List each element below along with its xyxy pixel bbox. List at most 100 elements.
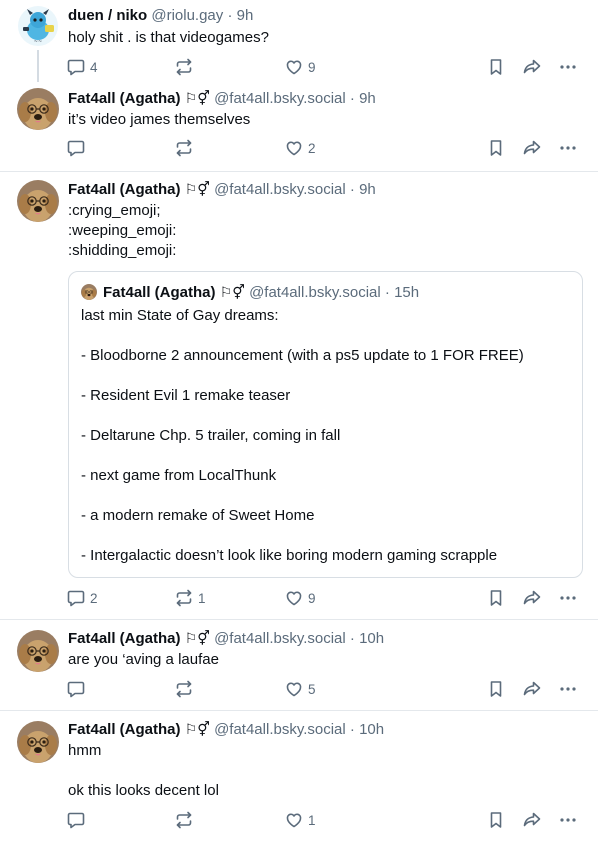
share-button[interactable]: [522, 587, 542, 609]
author-handle[interactable]: @fat4all.bsky.social: [214, 90, 346, 107]
post-time[interactable]: · 9h: [350, 90, 376, 107]
post-header: Fat4all (Agatha) ⚐⚥ @fat4all.bsky.social…: [68, 180, 376, 199]
quoted-text: last min State of Gay dreams: - Bloodbor…: [81, 307, 524, 564]
post-text: holy shit . is that videogames?: [68, 29, 269, 46]
bookmark-button[interactable]: [486, 587, 506, 609]
more-button[interactable]: [558, 587, 578, 609]
post-actions: 2: [66, 137, 580, 159]
identity-flags: ⚐⚥: [184, 630, 210, 646]
author-name[interactable]: duen / niko: [68, 7, 147, 24]
more-button[interactable]: [558, 678, 578, 700]
reply-icon: [66, 57, 86, 77]
author-name[interactable]: Fat4all (Agatha): [68, 721, 181, 738]
identity-flags: ⚐⚥: [184, 721, 210, 737]
like-icon: [284, 588, 304, 608]
avatar[interactable]: [17, 180, 59, 222]
avatar[interactable]: [17, 721, 59, 763]
post-time[interactable]: · 9h: [350, 181, 376, 198]
share-button[interactable]: [522, 56, 542, 78]
bookmark-icon: [486, 588, 506, 608]
share-icon: [522, 57, 542, 77]
avatar[interactable]: [17, 630, 59, 672]
identity-flags: ⚐⚥: [184, 181, 210, 197]
bookmark-icon: [486, 810, 506, 830]
like-button[interactable]: 1: [284, 809, 316, 831]
reply-button[interactable]: [66, 678, 90, 700]
post-time[interactable]: · 10h: [350, 630, 384, 647]
post-actions: 4 9: [66, 56, 580, 78]
share-icon: [522, 810, 542, 830]
more-icon: [558, 57, 578, 77]
bookmark-button[interactable]: [486, 137, 506, 159]
repost-button[interactable]: [174, 137, 198, 159]
repost-button[interactable]: 1: [174, 587, 206, 609]
post-time[interactable]: · 9h: [227, 7, 253, 24]
reply-icon: [66, 138, 86, 158]
quoted-author-name: Fat4all (Agatha): [103, 284, 216, 301]
more-icon: [558, 588, 578, 608]
reply-button[interactable]: 2: [66, 587, 98, 609]
like-button[interactable]: 9: [284, 587, 316, 609]
author-name[interactable]: Fat4all (Agatha): [68, 630, 181, 647]
post-text: :crying_emoji; :weeping_emoji: :shidding…: [68, 202, 177, 259]
post-4[interactable]: Fat4all (Agatha) ⚐⚥ @fat4all.bsky.social…: [0, 711, 598, 842]
repost-button[interactable]: [174, 809, 198, 831]
post-actions: 5: [66, 678, 580, 700]
share-button[interactable]: [522, 678, 542, 700]
author-handle[interactable]: @fat4all.bsky.social: [214, 630, 346, 647]
post-time[interactable]: · 10h: [350, 721, 384, 738]
repost-button[interactable]: [174, 678, 198, 700]
more-button[interactable]: [558, 809, 578, 831]
bookmark-icon: [486, 138, 506, 158]
author-handle[interactable]: @fat4all.bsky.social: [214, 721, 346, 738]
more-button[interactable]: [558, 56, 578, 78]
bookmark-icon: [486, 57, 506, 77]
like-button[interactable]: 2: [284, 137, 316, 159]
post-2[interactable]: Fat4all (Agatha) ⚐⚥ @fat4all.bsky.social…: [0, 172, 598, 620]
repost-icon: [174, 588, 194, 608]
reply-button[interactable]: [66, 137, 90, 159]
author-handle[interactable]: @fat4all.bsky.social: [214, 181, 346, 198]
like-count: 9: [308, 590, 316, 606]
repost-button[interactable]: [174, 56, 198, 78]
like-count: 9: [308, 59, 316, 75]
like-button[interactable]: 5: [284, 678, 316, 700]
share-icon: [522, 138, 542, 158]
bookmark-button[interactable]: [486, 809, 506, 831]
bookmark-button[interactable]: [486, 56, 506, 78]
reply-icon: [66, 810, 86, 830]
post-0[interactable]: duen / niko @riolu.gay · 9h holy shit . …: [0, 0, 598, 82]
like-icon: [284, 679, 304, 699]
avatar[interactable]: [17, 5, 59, 47]
repost-icon: [174, 138, 194, 158]
repost-icon: [174, 57, 194, 77]
post-1[interactable]: Fat4all (Agatha) ⚐⚥ @fat4all.bsky.social…: [0, 82, 598, 172]
share-button[interactable]: [522, 809, 542, 831]
reply-icon: [66, 588, 86, 608]
more-button[interactable]: [558, 137, 578, 159]
quoted-post[interactable]: Fat4all (Agatha) ⚐⚥ @fat4all.bsky.social…: [68, 271, 583, 578]
quoted-author-handle: @fat4all.bsky.social: [249, 284, 381, 301]
share-button[interactable]: [522, 137, 542, 159]
post-header: duen / niko @riolu.gay · 9h: [68, 7, 253, 25]
like-count: 5: [308, 681, 316, 697]
reply-button[interactable]: [66, 809, 90, 831]
post-text: hmm ok this looks decent lol: [68, 742, 219, 799]
author-name[interactable]: Fat4all (Agatha): [68, 181, 181, 198]
author-handle[interactable]: @riolu.gay: [151, 7, 223, 24]
like-count: 2: [308, 140, 316, 156]
post-header: Fat4all (Agatha) ⚐⚥ @fat4all.bsky.social…: [68, 89, 376, 108]
like-icon: [284, 57, 304, 77]
reply-button[interactable]: 4: [66, 56, 98, 78]
like-count: 1: [308, 812, 316, 828]
identity-flags: ⚐⚥: [184, 90, 210, 106]
post-3[interactable]: Fat4all (Agatha) ⚐⚥ @fat4all.bsky.social…: [0, 620, 598, 710]
author-name[interactable]: Fat4all (Agatha): [68, 90, 181, 107]
bookmark-button[interactable]: [486, 678, 506, 700]
like-icon: [284, 138, 304, 158]
repost-count: 1: [198, 590, 206, 606]
avatar[interactable]: [17, 88, 59, 130]
post-actions: 2 1 9: [66, 587, 580, 609]
post-text: it’s video james themselves: [68, 111, 251, 128]
like-button[interactable]: 9: [284, 56, 316, 78]
